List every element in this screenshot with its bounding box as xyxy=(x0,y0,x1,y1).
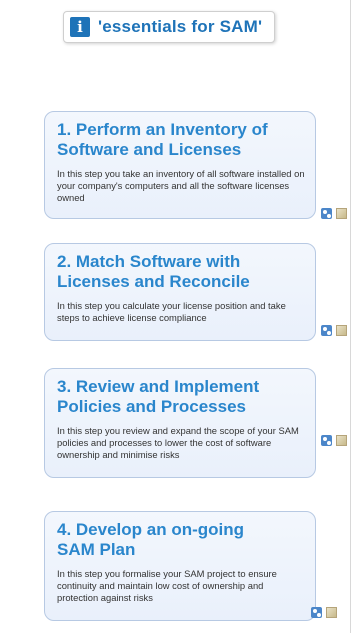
step-title-line2: Licenses and Reconcile xyxy=(57,272,250,291)
step-title-line1: 2. Match Software with xyxy=(57,252,241,271)
share-icon[interactable] xyxy=(321,324,332,336)
step-card-2[interactable]: 2. Match Software with Licenses and Reco… xyxy=(44,243,316,341)
step-icons-4 xyxy=(311,606,339,618)
step-description-3: In this step you review and expand the s… xyxy=(57,425,299,460)
step-card-4[interactable]: 4. Develop an on-going SAM Plan In this … xyxy=(44,511,316,621)
share-icon[interactable] xyxy=(321,207,332,219)
step-title-1[interactable]: 1. Perform an Inventory of Software and … xyxy=(57,120,305,160)
header-badge: i 'essentials for SAM' xyxy=(63,11,275,43)
step-title-line1: 3. Review and Implement xyxy=(57,377,260,396)
step-title-4[interactable]: 4. Develop an on-going SAM Plan xyxy=(57,520,305,560)
step-title-line2: SAM Plan xyxy=(57,540,136,559)
step-title-2[interactable]: 2. Match Software with Licenses and Reco… xyxy=(57,252,305,292)
step-card-1[interactable]: 1. Perform an Inventory of Software and … xyxy=(44,111,316,219)
step-card-3[interactable]: 3. Review and Implement Policies and Pro… xyxy=(44,368,316,478)
step-title-3[interactable]: 3. Review and Implement Policies and Pro… xyxy=(57,377,305,417)
step-title-line2: Software and Licenses xyxy=(57,140,242,159)
step-icons-2 xyxy=(321,324,349,336)
step-description-1: In this step you take an inventory of al… xyxy=(57,168,305,203)
note-icon[interactable] xyxy=(326,606,337,618)
step-icons-3 xyxy=(321,434,349,446)
step-description-4: In this step you formalise your SAM proj… xyxy=(57,568,277,603)
step-title-line1: 4. Develop an on-going xyxy=(57,520,245,539)
note-icon[interactable] xyxy=(336,324,347,336)
share-icon[interactable] xyxy=(321,434,332,446)
share-icon[interactable] xyxy=(311,606,322,618)
step-icons-1 xyxy=(321,207,349,219)
step-title-line1: 1. Perform an Inventory of xyxy=(57,120,268,139)
page-title: 'essentials for SAM' xyxy=(98,17,263,36)
page: i 'essentials for SAM' 1. Perform an Inv… xyxy=(0,0,351,633)
note-icon[interactable] xyxy=(336,434,347,446)
step-title-line2: Policies and Processes xyxy=(57,397,246,416)
info-icon: i xyxy=(70,17,90,37)
note-icon[interactable] xyxy=(336,207,347,219)
step-description-2: In this step you calculate your license … xyxy=(57,300,286,323)
